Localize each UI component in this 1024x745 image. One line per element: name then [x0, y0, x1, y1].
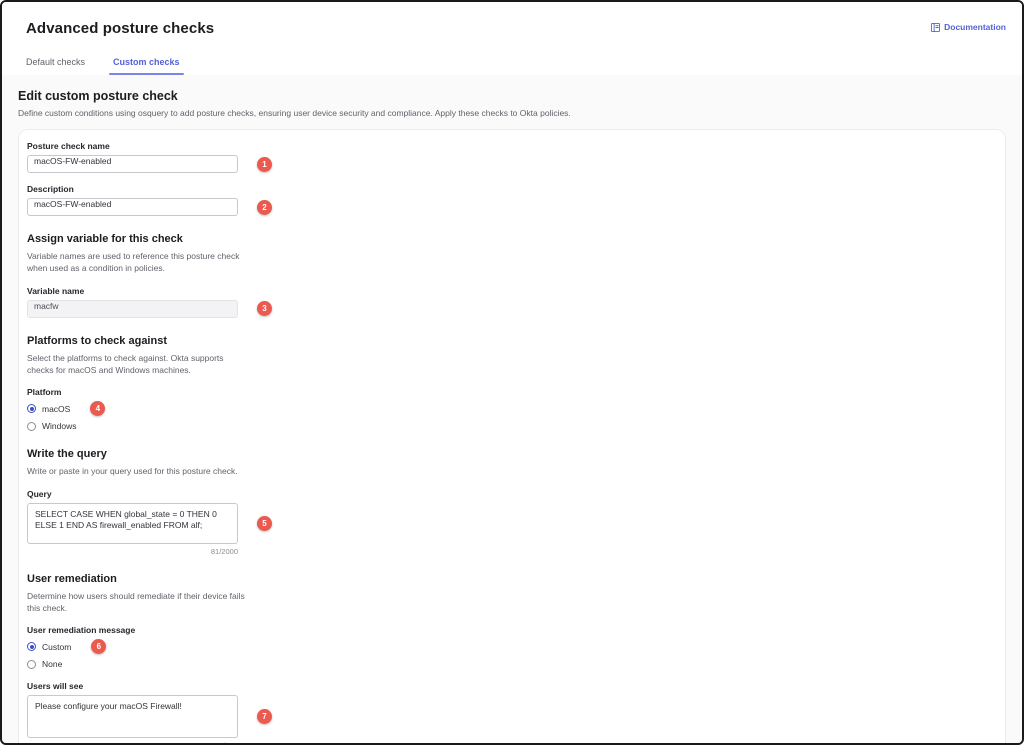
platform-option-macos[interactable]: macOS 4 — [27, 401, 997, 417]
posture-check-name-label: Posture check name — [27, 141, 110, 151]
radio-windows-label: Windows — [42, 421, 77, 432]
radio-macos-icon[interactable] — [27, 404, 36, 414]
field-description: Description macOS-FW-enabled 2 — [27, 184, 997, 216]
query-char-count: 81/2000 — [210, 546, 238, 556]
query-textarea[interactable]: SELECT CASE WHEN global_state = 0 THEN 0… — [27, 502, 238, 544]
annotation-badge-1: 1 — [257, 156, 272, 172]
remediation-section-description: Determine how users should remediate if … — [27, 590, 245, 613]
users-will-see-char-count: 37/100 — [27, 741, 238, 743]
page-header: Advanced posture checks Documentation De… — [2, 2, 1022, 75]
query-section-description: Write or paste in your query used for th… — [27, 466, 238, 477]
page-title: Advanced posture checks — [26, 20, 215, 37]
remediation-message-label: User remediation message — [27, 625, 136, 636]
annotation-badge-3: 3 — [257, 301, 272, 317]
field-users-will-see: Users will see Please configure your mac… — [27, 681, 997, 743]
description-input[interactable]: macOS-FW-enabled — [27, 198, 238, 216]
users-will-see-label: Users will see — [27, 681, 84, 692]
remediation-section-heading: User remediation — [27, 572, 117, 585]
form-card: Posture check name macOS-FW-enabled 1 De… — [18, 129, 1006, 743]
variable-name-label: Variable name — [27, 285, 85, 296]
radio-windows-icon[interactable] — [27, 421, 36, 431]
field-query: Query SELECT CASE WHEN global_state = 0 … — [27, 489, 997, 556]
remediation-option-custom[interactable]: Custom 6 — [27, 639, 997, 655]
field-variable-name: Variable name macfw 3 — [27, 286, 997, 318]
tab-bar: Default checks Custom checks — [18, 51, 998, 75]
radio-macos-label: macOS — [42, 403, 71, 414]
posture-check-name-input[interactable]: macOS-FW-enabled — [27, 155, 238, 173]
main-content: Edit custom posture check Define custom … — [2, 75, 1022, 743]
platform-option-windows[interactable]: Windows — [27, 421, 997, 431]
edit-description: Define custom conditions using osquery t… — [18, 108, 571, 118]
edit-heading: Edit custom posture check — [18, 89, 178, 103]
documentation-link[interactable]: Documentation — [931, 22, 1006, 32]
variable-name-input: macfw — [27, 299, 238, 318]
app-window: Advanced posture checks Documentation De… — [0, 0, 1024, 745]
query-label: Query — [27, 488, 52, 499]
annotation-badge-4: 4 — [90, 401, 106, 417]
radio-custom-label: Custom — [42, 641, 72, 652]
variable-section-heading: Assign variable for this check — [27, 233, 183, 245]
radio-custom-icon[interactable] — [27, 642, 36, 652]
description-label: Description — [27, 184, 74, 194]
annotation-badge-7: 7 — [257, 709, 272, 725]
users-will-see-textarea[interactable]: Please configure your macOS Firewall! — [27, 695, 238, 739]
radio-message-none-icon[interactable] — [27, 659, 36, 669]
radio-message-none-label: None — [42, 659, 63, 670]
tab-default-checks[interactable]: Default checks — [18, 51, 93, 75]
annotation-badge-5: 5 — [257, 515, 272, 531]
field-posture-check-name: Posture check name macOS-FW-enabled 1 — [27, 141, 997, 173]
remediation-option-none[interactable]: None — [27, 659, 997, 669]
tab-custom-checks[interactable]: Custom checks — [105, 51, 188, 75]
variable-section-description: Variable names are used to reference thi… — [27, 251, 240, 274]
platform-section-heading: Platforms to check against — [27, 334, 167, 347]
annotation-badge-2: 2 — [257, 199, 272, 215]
documentation-label: Documentation — [944, 22, 1006, 32]
documentation-icon — [931, 22, 941, 32]
query-section-heading: Write the query — [27, 448, 107, 461]
annotation-badge-6: 6 — [91, 639, 107, 655]
platform-section-description: Select the platforms to check against. O… — [27, 352, 224, 375]
platform-label: Platform — [27, 387, 62, 398]
